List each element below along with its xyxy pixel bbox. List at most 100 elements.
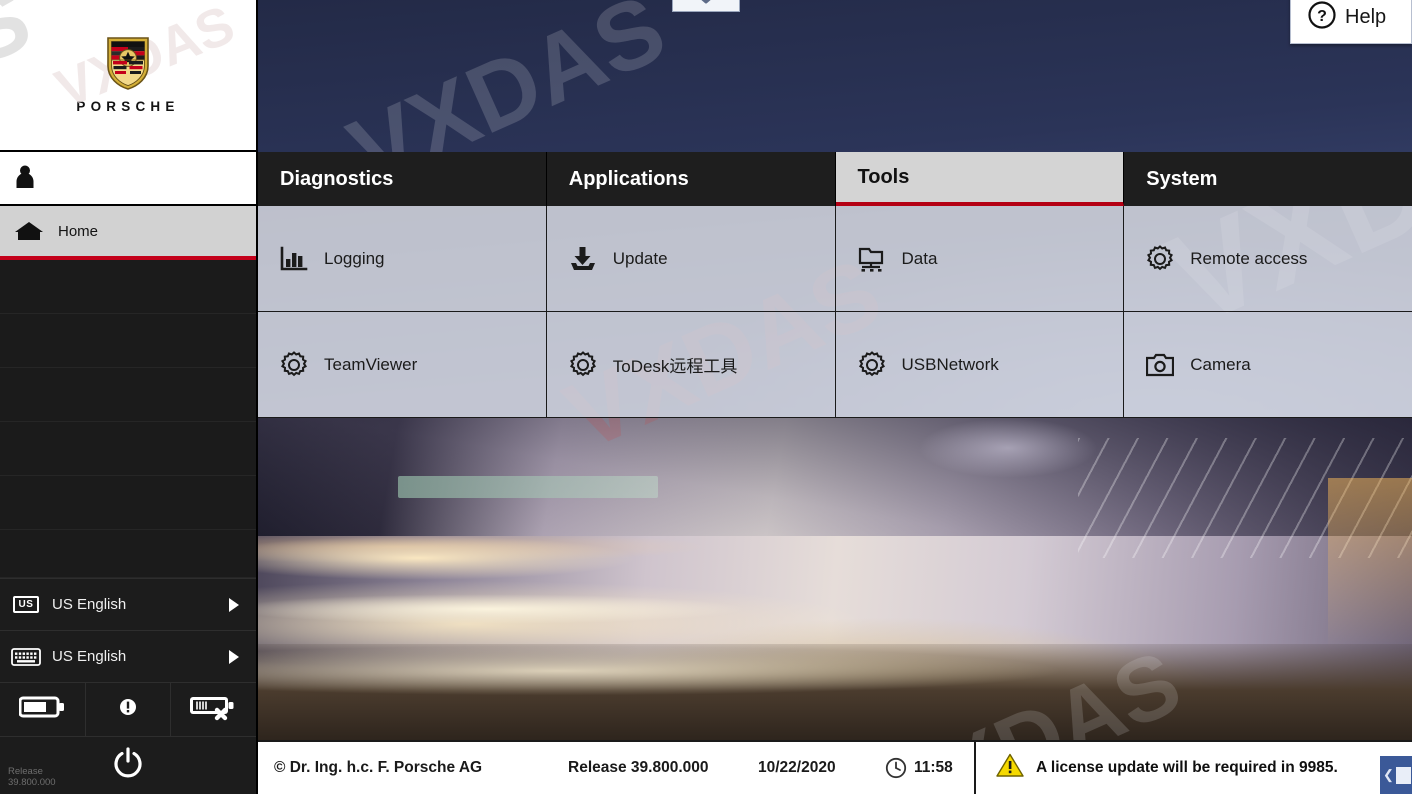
tab-diagnostics-label: Diagnostics — [280, 167, 394, 190]
download-tray-icon — [567, 245, 599, 273]
license-message: A license update will be required in 998… — [1036, 759, 1338, 776]
tile-update-label: Update — [612, 248, 668, 268]
street-glow — [1328, 478, 1412, 648]
sidebar-empty-row — [0, 422, 256, 476]
battery-disconnected-icon — [189, 693, 239, 726]
tile-todesk[interactable]: ToDesk远程工具 — [546, 312, 836, 418]
chevron-left-icon: ❮ — [1383, 767, 1394, 782]
user-panel[interactable] — [0, 152, 256, 206]
tile-logging[interactable]: Logging — [258, 206, 547, 312]
sidebar-empty-row — [0, 368, 256, 422]
sidebar-item-home-label: Home — [58, 222, 99, 240]
battery-disconnected-cell[interactable] — [171, 683, 256, 736]
tile-usbnetwork-label: USBNetwork — [901, 354, 999, 374]
widget-glyph-icon — [1395, 766, 1411, 784]
device-status-row — [0, 682, 256, 737]
display-language-selector[interactable]: US US English — [0, 578, 256, 630]
license-notice[interactable]: A license update will be required in 998… — [976, 742, 1412, 794]
menu-tile-row-2: TeamViewer ToDesk远程工具 USBNetwork Camera — [258, 312, 1412, 418]
gear-icon — [1144, 244, 1176, 273]
camera-icon — [1144, 353, 1176, 377]
tile-remote-access[interactable]: Remote access — [1124, 206, 1412, 312]
gear-icon — [856, 350, 888, 379]
menu-tile-row-1: Logging Update Data Remote access — [258, 206, 1412, 312]
canopy-lines — [1078, 438, 1412, 558]
tile-remote-access-label: Remote access — [1190, 248, 1308, 268]
date-text: 10/22/2020 — [758, 759, 836, 776]
help-button-label: Help — [1345, 6, 1387, 28]
main-area: VXDAS VXDAS VXDAS VXDAS ? Help — [258, 0, 1412, 794]
sidebar-empty-row — [0, 476, 256, 530]
time-text: 11:58 — [914, 759, 953, 776]
display-language-label: US English — [52, 596, 127, 613]
tile-todesk-label: ToDesk远程工具 — [612, 357, 738, 376]
sidebar-empty-row — [0, 530, 256, 578]
main-menu: Diagnostics Applications Tools System Lo… — [258, 152, 1412, 418]
gear-icon — [278, 350, 310, 379]
copyright-text: © Dr. Ing. h.c. F. Porsche AG — [274, 759, 483, 776]
power-row: Release 39.800.000 — [0, 737, 256, 794]
light-streak — [258, 594, 748, 624]
gear-icon — [567, 350, 599, 379]
keyboard-language-selector[interactable]: US English — [0, 630, 256, 682]
tab-diagnostics[interactable]: Diagnostics — [258, 152, 547, 206]
release-text: Release 39.800.000 — [568, 759, 709, 776]
question-circle-icon: ? — [1307, 0, 1337, 35]
building-highlight — [918, 418, 1098, 478]
triangle-right-icon — [220, 649, 248, 665]
tile-data-label: Data — [901, 248, 938, 268]
panel-collapse-tab[interactable] — [672, 0, 740, 12]
tab-applications[interactable]: Applications — [546, 152, 836, 206]
battery-status-cell[interactable] — [0, 683, 86, 736]
sidebar-empty-row — [0, 260, 256, 314]
tile-camera-label: Camera — [1190, 354, 1251, 374]
release-label: Release — [8, 766, 43, 777]
help-button[interactable]: ? Help — [1290, 0, 1412, 44]
tab-system-label: System — [1146, 167, 1218, 190]
sidebar-item-home[interactable]: Home — [0, 206, 256, 260]
clock-icon — [878, 757, 914, 779]
user-icon — [12, 163, 38, 194]
sidebar: S VXDAS — [0, 0, 258, 794]
battery-charged-icon — [18, 695, 65, 724]
tab-applications-label: Applications — [568, 167, 689, 190]
folder-network-icon — [856, 245, 888, 273]
status-bar-left: © Dr. Ing. h.c. F. Porsche AG Release 39… — [258, 742, 974, 794]
bar-chart-icon — [278, 246, 310, 272]
tile-camera[interactable]: Camera — [1124, 312, 1412, 418]
warning-exclamation-icon — [119, 698, 137, 721]
sidebar-empty-row — [0, 314, 256, 368]
home-icon — [0, 219, 58, 243]
brand-logo-panel: S VXDAS — [0, 0, 256, 152]
triangle-right-icon — [220, 597, 248, 613]
release-version-text: Release 39.800.000 — [8, 766, 56, 788]
window-strip — [398, 476, 658, 498]
tile-update[interactable]: Update — [546, 206, 836, 312]
warning-triangle-icon — [996, 753, 1024, 783]
us-flag-badge-icon: US — [0, 596, 52, 613]
porsche-piwis-desktop: S VXDAS — [0, 0, 1412, 794]
porsche-museum-photo — [258, 418, 1412, 740]
floating-widget[interactable]: ❮ — [1378, 756, 1412, 794]
tab-system[interactable]: System — [1124, 152, 1412, 206]
tab-tools-label: Tools — [857, 165, 910, 188]
tile-usbnetwork[interactable]: USBNetwork — [835, 312, 1125, 418]
keyboard-icon — [0, 647, 52, 667]
status-bar: © Dr. Ing. h.c. F. Porsche AG Release 39… — [258, 740, 1412, 794]
porsche-wordmark: PORSCHE — [76, 99, 180, 114]
warning-status-cell[interactable] — [86, 683, 172, 736]
tab-tools[interactable]: Tools — [835, 152, 1125, 206]
tile-data[interactable]: Data — [835, 206, 1125, 312]
svg-text:?: ? — [1317, 8, 1327, 25]
release-number: 39.800.000 — [8, 777, 56, 788]
menu-tab-row: Diagnostics Applications Tools System — [258, 152, 1412, 206]
sidebar-empty-rows — [0, 260, 256, 578]
tile-teamviewer[interactable]: TeamViewer — [258, 312, 547, 418]
watermark-s: S — [0, 0, 45, 85]
tile-teamviewer-label: TeamViewer — [324, 354, 418, 374]
power-icon[interactable] — [112, 747, 144, 784]
light-streak — [258, 536, 638, 580]
keyboard-language-label: US English — [52, 648, 127, 665]
porsche-crest-icon — [106, 36, 150, 90]
tile-logging-label: Logging — [324, 248, 385, 268]
